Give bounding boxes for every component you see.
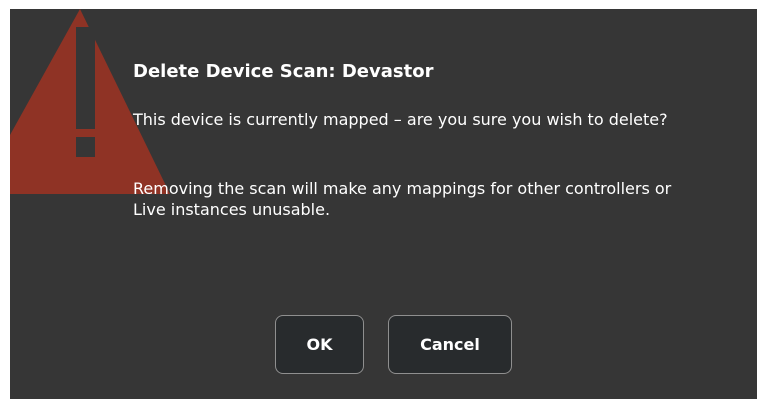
dialog-title: Delete Device Scan: Devastor bbox=[133, 61, 434, 82]
delete-scan-dialog: Delete Device Scan: Devastor This device… bbox=[10, 9, 757, 399]
warning-icon bbox=[10, 9, 170, 194]
ok-button[interactable]: OK bbox=[275, 315, 364, 374]
dialog-warning-message: Removing the scan will make any mappings… bbox=[133, 179, 672, 219]
cancel-button[interactable]: Cancel bbox=[388, 315, 512, 374]
dialog-message: This device is currently mapped – are yo… bbox=[133, 110, 668, 129]
